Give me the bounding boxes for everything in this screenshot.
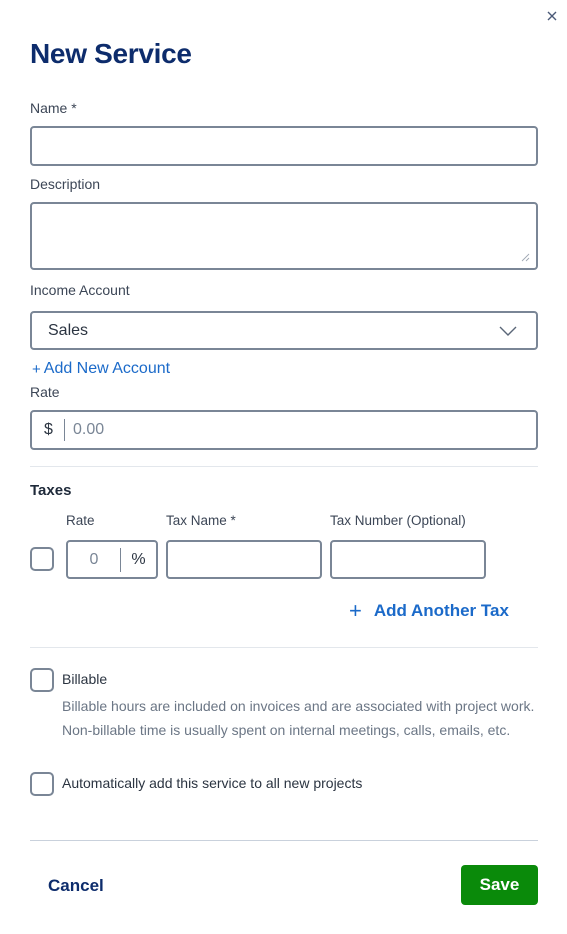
add-new-account-label: Add New Account <box>43 360 171 377</box>
description-textarea[interactable] <box>30 202 538 270</box>
add-another-tax-button[interactable]: + Add Another Tax <box>349 600 509 622</box>
tax-name-input[interactable] <box>166 540 322 579</box>
dialog-title: New Service <box>30 38 192 69</box>
tax-name-column-label: Tax Name * <box>166 513 236 528</box>
name-label: Name * <box>30 100 77 116</box>
rate-input[interactable]: $ 0.00 <box>30 410 538 450</box>
income-account-value: Sales <box>48 321 89 339</box>
close-button[interactable] <box>545 9 559 23</box>
section-divider <box>30 647 538 648</box>
chevron-down-icon <box>499 326 517 336</box>
tax-rate-column-label: Rate <box>66 513 95 528</box>
rate-placeholder: 0.00 <box>73 421 105 438</box>
plus-icon: + <box>32 360 41 378</box>
billable-help-text: Billable hours are included on invoices … <box>62 698 535 738</box>
tax-number-input[interactable] <box>330 540 486 579</box>
currency-symbol: $ <box>44 421 53 438</box>
tax-rate-placeholder: 0 <box>89 550 99 568</box>
section-divider <box>30 466 538 467</box>
plus-icon: + <box>349 598 362 623</box>
add-new-account-link[interactable]: + Add New Account <box>32 360 170 378</box>
name-input[interactable] <box>30 126 538 166</box>
tax-number-column-label: Tax Number (Optional) <box>330 513 466 528</box>
footer-divider <box>30 840 538 841</box>
auto-add-checkbox[interactable] <box>30 772 54 796</box>
income-account-label: Income Account <box>30 282 130 298</box>
billable-label: Billable <box>62 671 108 687</box>
percent-symbol: % <box>131 550 146 568</box>
add-another-tax-label: Add Another Tax <box>373 601 509 620</box>
taxes-heading: Taxes <box>30 482 72 499</box>
billable-checkbox[interactable] <box>30 668 54 692</box>
tax-row-checkbox[interactable] <box>30 547 54 571</box>
tax-rate-input[interactable]: 0 % <box>66 540 158 579</box>
auto-add-label: Automatically add this service to all ne… <box>62 775 363 791</box>
cancel-button[interactable]: Cancel <box>48 876 104 896</box>
description-label: Description <box>30 176 101 192</box>
close-icon <box>547 11 557 21</box>
rate-label: Rate <box>30 384 60 400</box>
resize-grip-icon[interactable] <box>521 253 530 262</box>
save-button[interactable]: Save <box>461 865 538 905</box>
income-account-select[interactable]: Sales <box>30 311 538 350</box>
